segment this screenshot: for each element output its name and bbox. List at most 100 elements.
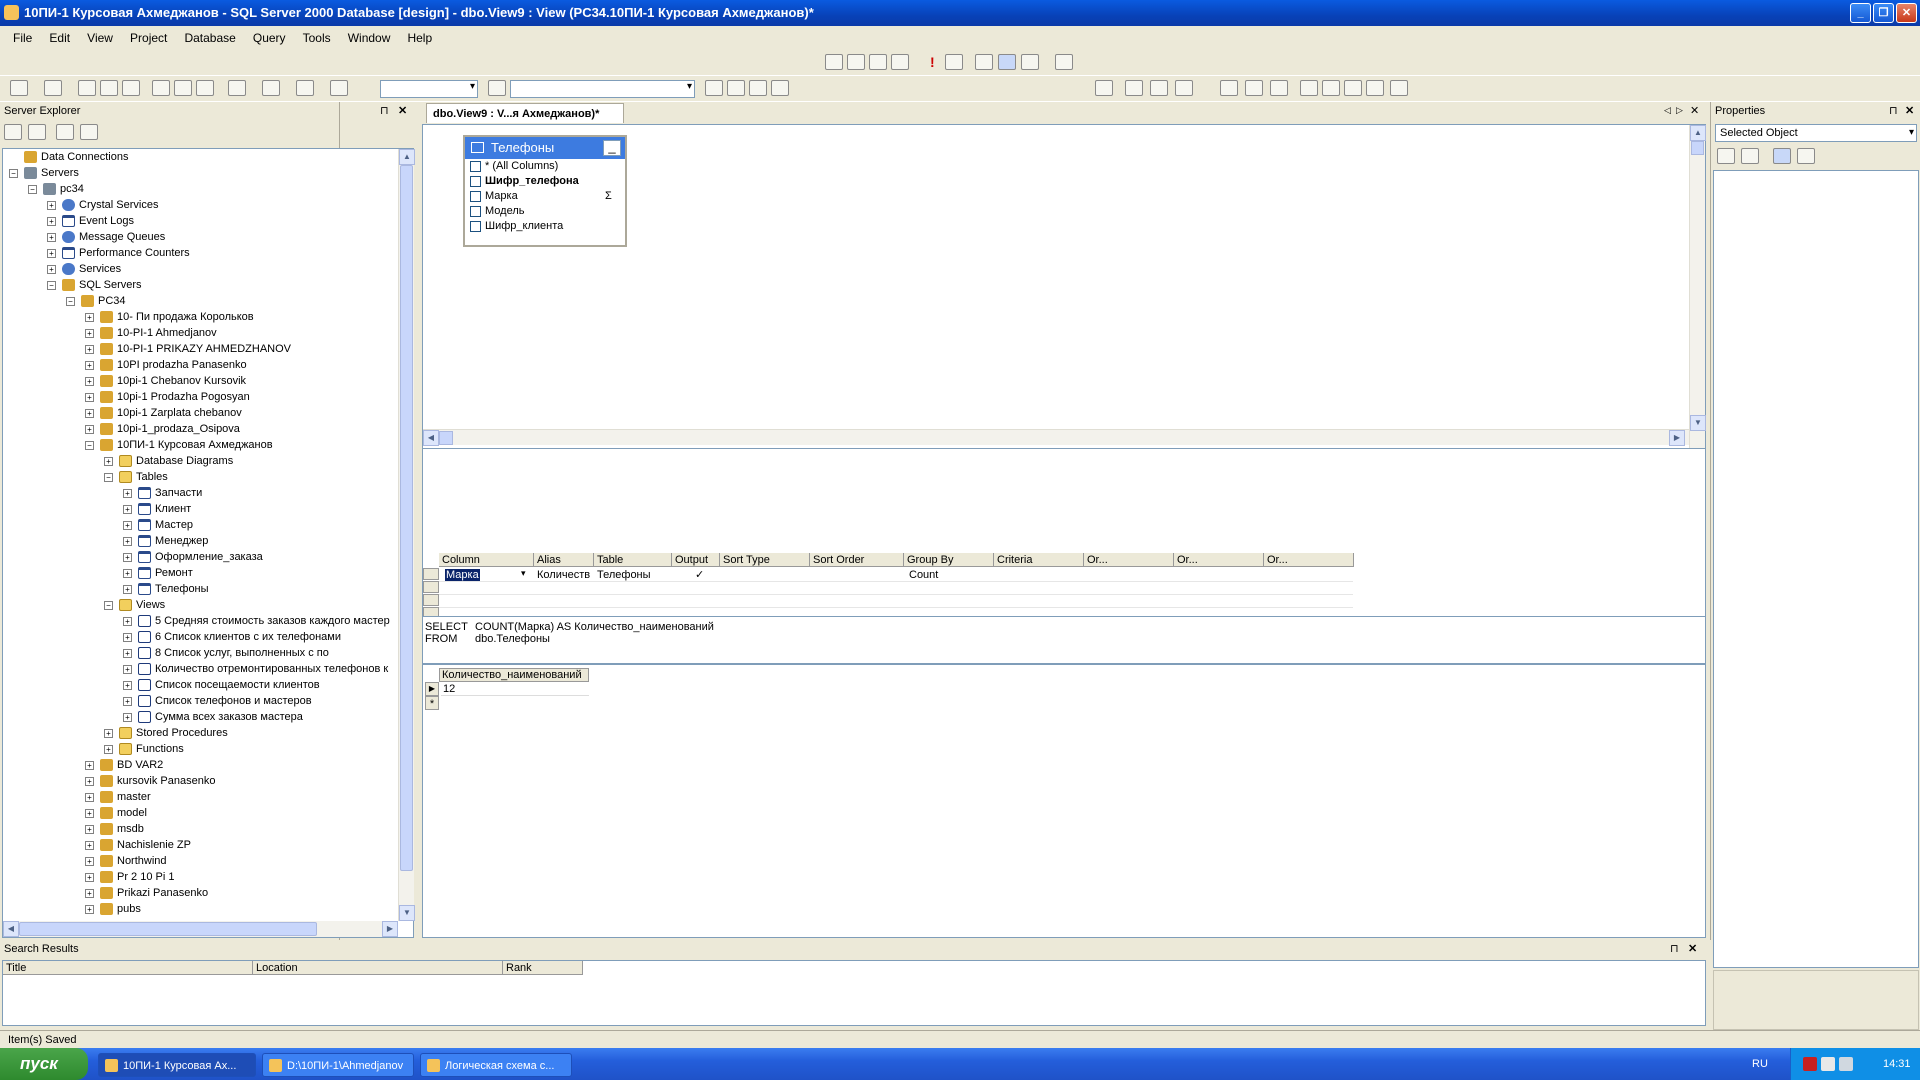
expand-icon[interactable]: + [85, 840, 94, 850]
tree-item[interactable]: + Сумма всех заказов мастера [123, 709, 303, 725]
diagram-hscrollbar[interactable]: ◀ ▶ [423, 429, 1689, 446]
toolbox-icon[interactable] [749, 80, 767, 96]
scroll-right-icon[interactable]: ▶ [382, 921, 398, 937]
expand-icon[interactable]: + [85, 392, 94, 402]
diagram-scroll-down-icon[interactable]: ▼ [1690, 415, 1706, 431]
collapse-icon[interactable]: − [9, 168, 18, 178]
grid-col-sort-type[interactable]: Sort Type [720, 553, 810, 567]
open-icon[interactable] [78, 80, 96, 96]
tree-item[interactable]: + msdb [85, 821, 144, 837]
menu-help[interactable]: Help [400, 26, 439, 50]
expand-icon[interactable]: + [123, 712, 132, 722]
minimize-button[interactable]: _ [1850, 3, 1871, 23]
expand-icon[interactable]: + [47, 232, 56, 242]
grid-cell-group-by[interactable]: Count [907, 568, 987, 582]
collapse-icon[interactable]: − [28, 184, 37, 194]
expand-icon[interactable]: + [85, 808, 94, 818]
collapse-icon[interactable]: − [104, 600, 113, 610]
tree-item[interactable]: + model [85, 805, 147, 821]
copy-icon[interactable] [174, 80, 192, 96]
save-icon[interactable] [100, 80, 118, 96]
collapse-icon[interactable]: − [85, 440, 94, 450]
maximize-button[interactable]: ❐ [1873, 3, 1894, 23]
expand-icon[interactable]: + [85, 872, 94, 882]
column-dropdown-icon[interactable]: ▾ [521, 568, 526, 579]
expand-icon[interactable]: + [104, 744, 113, 754]
expand-icon[interactable]: + [123, 664, 132, 674]
tree-item[interactable]: +10-PI-1 Ahmedjanov [85, 325, 217, 341]
next-record-icon[interactable] [1344, 80, 1362, 96]
expand-icon[interactable]: + [85, 888, 94, 898]
break-icon[interactable] [1245, 80, 1263, 96]
categorized-icon[interactable] [1717, 148, 1735, 164]
new-row-icon[interactable]: * [425, 696, 439, 710]
tree-item[interactable]: − pc34 [28, 181, 84, 197]
network-icon[interactable] [1839, 1057, 1853, 1071]
expand-icon[interactable]: + [123, 648, 132, 658]
menu-query[interactable]: Query [246, 26, 293, 50]
menu-file[interactable]: File [6, 26, 39, 50]
add-item-icon[interactable] [44, 80, 62, 96]
diagram-vscroll-thumb[interactable] [1691, 141, 1704, 155]
close-button[interactable]: ✕ [1896, 3, 1917, 23]
tree-item[interactable]: +8 Список услуг, выполненных с по [123, 645, 329, 661]
tree-item[interactable]: + Event Logs [47, 213, 134, 229]
table-box-telefony[interactable]: Телефоны _ * (All Columns) Шифр_телефона М… [463, 135, 627, 247]
alphabetical-icon[interactable] [1741, 148, 1759, 164]
run-query-icon[interactable]: ! [930, 54, 935, 70]
cut-icon[interactable] [152, 80, 170, 96]
tree-item[interactable]: +10pi-1 Chebanov Kursovik [85, 373, 246, 389]
tree-item[interactable]: +10pi-1 Prodazha Pogosyan [85, 389, 250, 405]
tree-item[interactable]: +10- Пи продажа Корольков [85, 309, 254, 325]
task-sql-server[interactable]: 10ПИ-1 Курсовая Ах... [98, 1053, 256, 1077]
scroll-left-icon[interactable]: ◀ [3, 921, 19, 937]
search-close-icon[interactable]: ✕ [1688, 940, 1697, 958]
table-column-row[interactable]: Модель [465, 204, 625, 219]
stop-icon[interactable] [1220, 80, 1238, 96]
debug-icon[interactable] [1095, 80, 1113, 96]
connect-server-icon[interactable] [80, 124, 98, 140]
column-checkbox[interactable] [470, 221, 481, 232]
table-column-row[interactable]: Шифр_клиента [465, 219, 625, 234]
tree-item[interactable]: + Nachislenie ZP [85, 837, 191, 853]
grid-col-column[interactable]: Column [439, 553, 534, 567]
properties-pin-icon[interactable]: ⊓ [1889, 102, 1898, 120]
navigate-icon[interactable] [296, 80, 314, 96]
minimize-table-icon[interactable]: _ [603, 140, 621, 156]
properties-view-icon[interactable] [1773, 148, 1791, 164]
refresh-icon[interactable] [4, 124, 22, 140]
expand-icon[interactable]: + [85, 424, 94, 434]
volume-icon[interactable] [1821, 1057, 1835, 1071]
results-cell-value[interactable]: 12 [441, 682, 589, 696]
expand-icon[interactable]: + [123, 584, 132, 594]
first-record-icon[interactable] [1300, 80, 1318, 96]
tree-item[interactable]: + Functions [104, 741, 184, 757]
scroll-up-icon[interactable]: ▲ [399, 149, 415, 165]
save-all-icon[interactable] [122, 80, 140, 96]
tree-item[interactable]: + Менеджер [123, 533, 208, 549]
expand-icon[interactable]: + [47, 248, 56, 258]
configuration-combo[interactable] [380, 80, 478, 98]
tree-item[interactable]: + kursovik Panasenko [85, 773, 215, 789]
expand-icon[interactable]: + [85, 760, 94, 770]
step-over-icon[interactable] [1175, 80, 1193, 96]
expand-icon[interactable]: + [85, 904, 94, 914]
expand-icon[interactable]: + [123, 568, 132, 578]
tree-item[interactable]: + Список телефонов и мастеров [123, 693, 312, 709]
tree-item[interactable]: +5 Средняя стоимость заказов каждого мас… [123, 613, 390, 629]
tree-vscroll-thumb[interactable] [400, 165, 413, 871]
expand-icon[interactable]: + [123, 504, 132, 514]
tree-item[interactable]: + Stored Procedures [104, 725, 228, 741]
tree-item[interactable]: − Views [104, 597, 165, 613]
menu-edit[interactable]: Edit [42, 26, 77, 50]
start-button[interactable]: пуск [0, 1048, 88, 1080]
prev-record-icon[interactable] [1322, 80, 1340, 96]
grid-row-selector[interactable] [423, 581, 439, 593]
show-results-pane-icon[interactable] [891, 54, 909, 70]
grid-col-output[interactable]: Output [672, 553, 720, 567]
tree-item[interactable]: + Количество отремонтированных телефонов … [123, 661, 388, 677]
tree-hscroll-thumb[interactable] [19, 922, 317, 936]
diagram-scroll-right-icon[interactable]: ▶ [1669, 430, 1685, 446]
expand-icon[interactable]: + [123, 696, 132, 706]
tree-item[interactable]: +6 Список клиентов с их телефонами [123, 629, 341, 645]
